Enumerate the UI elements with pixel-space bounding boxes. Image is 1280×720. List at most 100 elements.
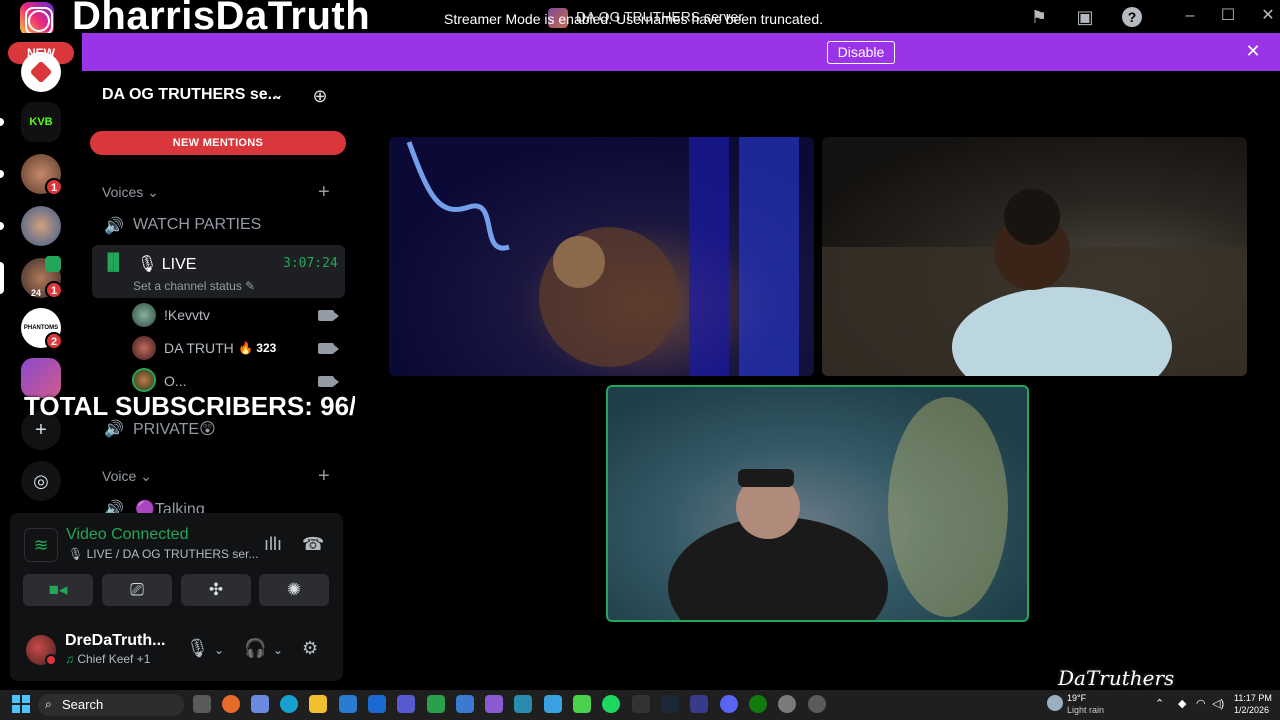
spotify-icon[interactable] — [602, 695, 620, 713]
member-name[interactable]: O... — [164, 373, 187, 389]
voice-status-subtitle[interactable]: 🎙 LIVE / DA OG TRUTHERS ser... — [68, 547, 258, 561]
discord-icon[interactable] — [720, 695, 738, 713]
soundboard-button[interactable]: ✺ — [259, 574, 329, 606]
search-icon: ⌕ — [45, 697, 52, 711]
epic-games-icon[interactable] — [632, 695, 650, 713]
user-name[interactable]: DreDaTruth... — [65, 632, 165, 650]
screen-share-icon: ⎚ — [130, 580, 144, 599]
server-icon-heart[interactable] — [21, 52, 61, 92]
phantoms-label: PHANTOMS — [23, 325, 59, 331]
chevron-down-icon: ⌄ — [140, 468, 152, 484]
member-name[interactable]: !Kevvtv — [164, 307, 210, 323]
avatar[interactable] — [132, 336, 156, 360]
app-icon[interactable] — [427, 695, 445, 713]
help-icon[interactable]: ? — [1122, 7, 1142, 27]
dnd-status-icon — [45, 654, 57, 666]
tray-app-icon[interactable]: ◆ — [1178, 697, 1186, 710]
clock-time[interactable]: 11:17 PM — [1234, 693, 1272, 703]
voice-active-icon: ▐▌ — [102, 254, 125, 271]
settings-icon[interactable] — [778, 695, 796, 713]
wifi-icon[interactable]: ◠ — [1196, 697, 1206, 710]
video-tile-speaking[interactable] — [606, 385, 1029, 622]
app-icon[interactable] — [808, 695, 826, 713]
firefox-icon[interactable] — [222, 695, 240, 713]
weather-icon[interactable] — [1047, 695, 1063, 711]
inbox-flag-icon[interactable]: ⚑ — [1028, 6, 1050, 28]
app-icon[interactable] — [690, 695, 708, 713]
live-timer: 3:07:24 — [283, 256, 338, 271]
video-frame-2 — [822, 189, 1247, 376]
create-channel-icon[interactable]: + — [318, 465, 330, 488]
settings-gear-icon[interactable]: ⚙ — [302, 638, 318, 659]
server-icon-kvb[interactable]: KVB — [21, 102, 61, 142]
voice-status-title[interactable]: Video Connected — [66, 526, 188, 544]
task-view-icon[interactable] — [193, 695, 211, 713]
steam-icon[interactable] — [661, 695, 679, 713]
xbox-icon[interactable] — [749, 695, 767, 713]
chevron-down-icon[interactable]: ⌄ — [214, 643, 224, 657]
screen-share-button[interactable]: ⎚ — [102, 574, 172, 606]
user-status-text: Chief Keef +1 — [77, 652, 151, 666]
disconnect-icon[interactable]: ☎ — [302, 534, 324, 555]
channel-private[interactable]: PRIVATE😲 — [133, 419, 216, 439]
connection-signal-icon[interactable]: ≋ — [24, 528, 58, 562]
avatar[interactable] — [132, 368, 156, 392]
mic-icon: 🎙 — [137, 256, 158, 273]
chevron-down-icon[interactable]: ⌄ — [272, 86, 284, 103]
store-icon[interactable] — [339, 695, 357, 713]
weather-desc[interactable]: Light rain — [1067, 705, 1104, 715]
app-icon[interactable] — [573, 695, 591, 713]
instagram-logo-icon — [20, 2, 54, 36]
channel-watermark: DaTruthers — [1058, 666, 1175, 690]
category-voices[interactable]: Voices ⌄ — [102, 184, 159, 201]
close-banner-icon[interactable]: ✕ — [1244, 42, 1262, 60]
microphone-icon[interactable]: 🎙 — [186, 638, 209, 659]
weather-temp[interactable]: 19°F — [1067, 693, 1086, 703]
app-icon[interactable] — [456, 695, 474, 713]
avatar[interactable] — [132, 303, 156, 327]
add-member-icon[interactable]: ⊕ — [309, 85, 331, 107]
disable-streamer-mode-button[interactable]: Disable — [827, 41, 895, 64]
category-voice[interactable]: Voice ⌄ — [102, 468, 152, 485]
app-icon[interactable] — [485, 695, 503, 713]
inbox-icon[interactable]: ▣ — [1074, 6, 1096, 28]
taskbar-search-input[interactable]: Search — [38, 694, 184, 716]
activities-button[interactable]: ✣ — [181, 574, 251, 606]
noise-suppression-icon[interactable]: ıllı — [264, 534, 282, 555]
maximize-icon[interactable]: ☐ — [1218, 6, 1238, 26]
edge-icon[interactable] — [280, 695, 298, 713]
chevron-down-icon[interactable]: ⌄ — [273, 643, 283, 657]
volume-icon[interactable]: ◁) — [1212, 697, 1224, 710]
video-tile[interactable] — [822, 137, 1247, 376]
file-explorer-icon[interactable] — [309, 695, 327, 713]
member-name[interactable]: DA TRUTH — [164, 340, 234, 356]
guild-name[interactable]: DA OG TRUTHERS se... — [102, 86, 281, 104]
copilot-icon[interactable] — [251, 695, 269, 713]
camera-button[interactable]: ■◂ — [23, 574, 93, 606]
new-mentions-button[interactable]: NEW MENTIONS — [90, 131, 346, 155]
camera-icon: ■◂ — [48, 580, 68, 599]
app-icon[interactable] — [544, 695, 562, 713]
outlook-icon[interactable] — [368, 695, 386, 713]
channel-watch-parties[interactable]: WATCH PARTIES — [133, 216, 261, 234]
channel-live-name: 🎙 LIVE — [137, 254, 196, 274]
windows-start-icon[interactable] — [12, 695, 30, 713]
headphones-icon[interactable]: 🎧 — [244, 638, 266, 659]
server-icon-avatar[interactable] — [21, 206, 61, 246]
chevron-up-icon[interactable]: ⌃ — [1155, 697, 1164, 710]
channel-status[interactable]: Set a channel status ✎ — [133, 279, 255, 293]
mic-icon: 🎙 — [68, 547, 84, 561]
app-icon[interactable] — [514, 695, 532, 713]
teams-icon[interactable] — [397, 695, 415, 713]
create-channel-icon[interactable]: + — [318, 181, 330, 204]
clock-date[interactable]: 1/2/2026 — [1234, 705, 1269, 715]
subscriber-goal-overlay: TOTAL SUBSCRIBERS: 96/100 — [24, 391, 400, 421]
minimize-icon[interactable]: – — [1180, 6, 1200, 26]
user-status: ♫ Chief Keef +1 — [65, 652, 150, 666]
streamer-mode-banner — [82, 33, 1280, 71]
video-tile[interactable] — [389, 137, 814, 376]
compass-icon[interactable]: ◎ — [21, 461, 61, 501]
category-label: Voice — [102, 468, 137, 484]
close-icon[interactable]: ✕ — [1258, 6, 1278, 26]
camera-icon — [318, 310, 339, 321]
